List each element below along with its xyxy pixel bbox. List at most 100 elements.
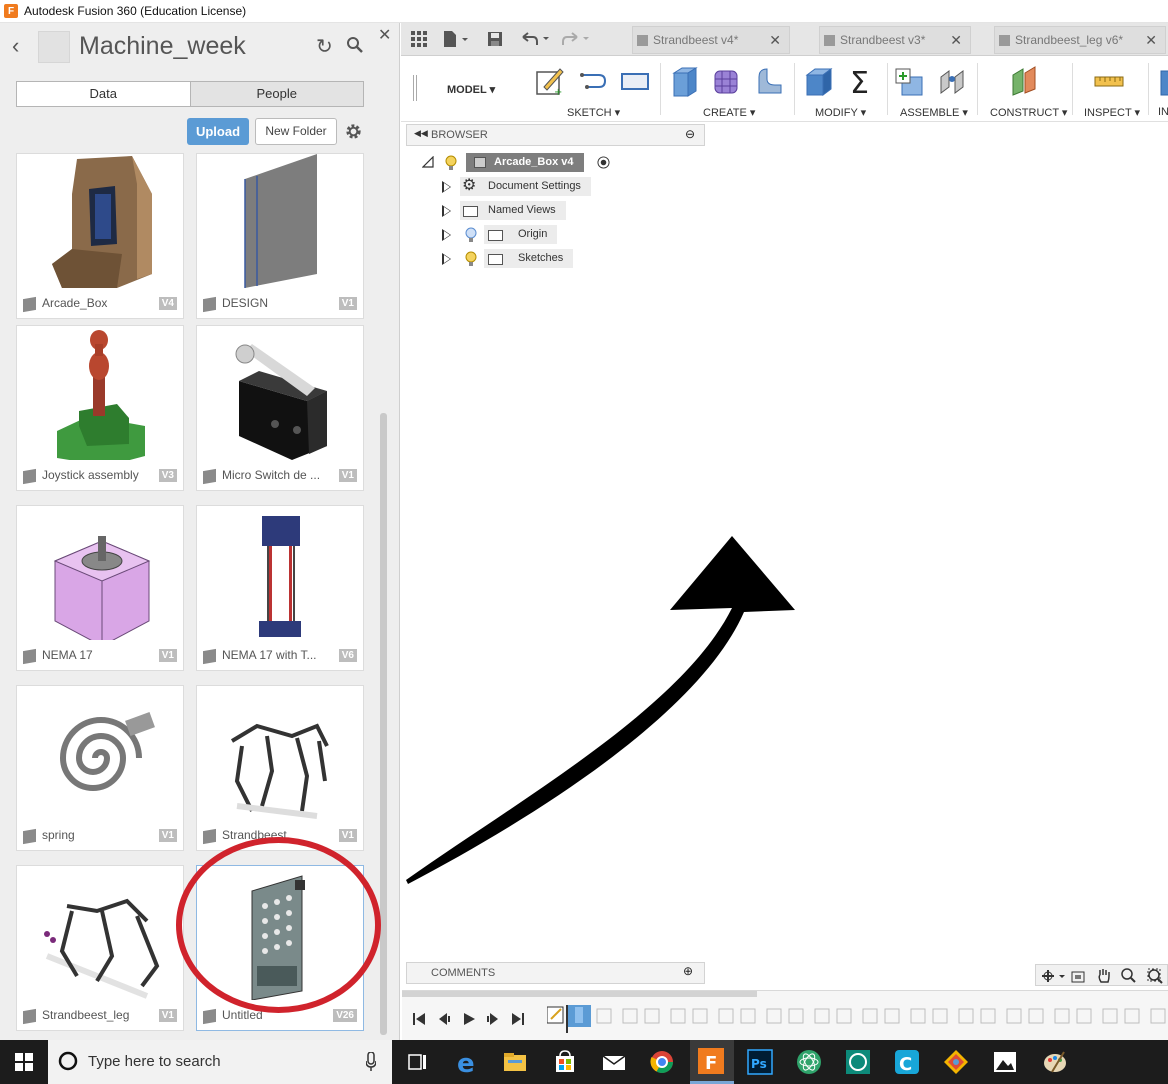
- mail-icon[interactable]: [597, 1046, 631, 1078]
- file-card-joystick[interactable]: Joystick assembly V3: [16, 325, 184, 491]
- add-comment-icon[interactable]: ⊕: [683, 964, 693, 978]
- atom-icon[interactable]: [792, 1046, 826, 1078]
- pan-hand-icon[interactable]: [1096, 967, 1112, 984]
- file-card-strandbeest[interactable]: Strandbeest V1: [196, 685, 364, 851]
- create-menu-label: CREATE: [703, 107, 747, 119]
- toolbar-separator: [887, 63, 888, 115]
- file-card-arcade-box[interactable]: Arcade_Box V4: [16, 153, 184, 319]
- svg-text:+: +: [554, 87, 562, 97]
- timeline-scrollbar[interactable]: [402, 991, 757, 997]
- photos-icon[interactable]: [988, 1046, 1022, 1078]
- file-grid-scrollbar[interactable]: [380, 413, 387, 1035]
- rectangle-tool-icon[interactable]: [619, 65, 651, 97]
- zoom-icon[interactable]: [1120, 967, 1140, 985]
- edge-browser-icon[interactable]: e: [450, 1046, 484, 1078]
- back-arrow-icon[interactable]: ‹: [12, 35, 19, 57]
- paint-icon[interactable]: [1038, 1046, 1072, 1078]
- app-grid-icon[interactable]: [411, 31, 427, 47]
- look-at-icon[interactable]: [1070, 968, 1086, 984]
- whatsapp-icon[interactable]: [841, 1046, 875, 1078]
- new-folder-button[interactable]: New Folder: [255, 118, 337, 145]
- line-tool-icon[interactable]: [577, 65, 609, 97]
- new-component-icon[interactable]: [894, 65, 926, 97]
- measure-icon[interactable]: [1093, 65, 1125, 97]
- sketch-menu-label: SKETCH: [567, 107, 612, 119]
- sketch-menu[interactable]: SKETCH ▾: [567, 106, 620, 119]
- modify-menu[interactable]: MODIFY ▾: [815, 106, 866, 119]
- task-view-icon[interactable]: [400, 1046, 434, 1078]
- close-panel-icon[interactable]: ✕: [378, 25, 391, 45]
- tab-data[interactable]: Data: [17, 82, 190, 106]
- doc-tab-strandbeest-leg-v6[interactable]: Strandbeest_leg v6* ✕: [994, 26, 1166, 54]
- c-app-icon[interactable]: C: [890, 1046, 924, 1078]
- insert-menu[interactable]: IN: [1158, 106, 1168, 118]
- offset-plane-icon[interactable]: [1009, 65, 1041, 97]
- press-pull-icon[interactable]: [803, 65, 835, 97]
- close-tab-icon[interactable]: ✕: [1145, 27, 1157, 53]
- form-icon[interactable]: [711, 65, 743, 97]
- joint-icon[interactable]: [937, 65, 969, 97]
- close-tab-icon[interactable]: ✕: [769, 27, 781, 53]
- design-canvas[interactable]: [402, 148, 1168, 960]
- design-cube-icon: [23, 468, 36, 485]
- windows-taskbar: Type here to search e F Ps C: [0, 1040, 1168, 1084]
- file-card-strandbeest-leg[interactable]: Strandbeest_leg V1: [16, 865, 184, 1031]
- upload-button[interactable]: Upload: [187, 118, 249, 145]
- file-card-micro-switch[interactable]: Micro Switch de ... V1: [196, 325, 364, 491]
- chrome-icon[interactable]: [645, 1046, 679, 1078]
- file-card-nema-17-with-t[interactable]: NEMA 17 with T... V6: [196, 505, 364, 671]
- store-icon[interactable]: [548, 1046, 582, 1078]
- file-card-spring[interactable]: spring V1: [16, 685, 184, 851]
- microphone-icon[interactable]: [366, 1052, 376, 1072]
- search-icon[interactable]: [346, 36, 364, 54]
- design-cube-icon: [203, 828, 216, 845]
- taskbar-search-box[interactable]: Type here to search: [48, 1040, 392, 1084]
- step-back-icon[interactable]: [437, 1011, 451, 1027]
- go-to-start-icon[interactable]: [412, 1011, 426, 1027]
- taskbar-active-app[interactable]: F: [690, 1040, 734, 1084]
- assemble-menu[interactable]: ASSEMBLE ▾: [900, 106, 968, 119]
- extrude-icon[interactable]: [668, 65, 700, 97]
- windows-start-icon[interactable]: [15, 1053, 33, 1071]
- undo-icon[interactable]: [519, 31, 551, 47]
- design-cube-icon: [203, 296, 216, 313]
- file-menu-icon[interactable]: [443, 31, 469, 47]
- workspace-switcher[interactable]: MODEL ▾: [447, 83, 495, 96]
- close-tab-icon[interactable]: ✕: [950, 27, 962, 53]
- go-to-end-icon[interactable]: [511, 1011, 525, 1027]
- file-explorer-icon[interactable]: [498, 1046, 532, 1078]
- play-icon[interactable]: [462, 1011, 476, 1027]
- gear-icon[interactable]: [344, 122, 363, 141]
- project-title: Machine_week: [79, 32, 246, 60]
- construct-menu[interactable]: CONSTRUCT ▾: [990, 106, 1067, 119]
- redo-icon[interactable]: [561, 31, 593, 47]
- step-forward-icon[interactable]: [486, 1011, 500, 1027]
- hole-icon[interactable]: [753, 65, 785, 97]
- refresh-icon[interactable]: ↻: [316, 37, 333, 57]
- tab-people[interactable]: People: [189, 82, 363, 106]
- inspect-menu[interactable]: INSPECT ▾: [1084, 106, 1140, 119]
- browser-minimize-icon[interactable]: ⊖: [685, 127, 695, 141]
- create-menu[interactable]: CREATE ▾: [703, 106, 755, 119]
- save-icon[interactable]: [487, 31, 503, 47]
- create-sketch-icon[interactable]: +: [534, 65, 566, 97]
- joystick-thumbnail: [57, 330, 145, 460]
- photoshop-icon[interactable]: Ps: [743, 1046, 777, 1078]
- file-card-nema-17[interactable]: NEMA 17 V1: [16, 505, 184, 671]
- workspace-label: MODEL: [447, 84, 487, 96]
- data-panel-header: ‹ Machine_week ↻ ✕: [0, 23, 400, 73]
- timeline-features[interactable]: [547, 1005, 1167, 1033]
- file-name: NEMA 17 with T...: [222, 648, 317, 662]
- collapse-browser-icon[interactable]: ◀◀: [414, 128, 428, 139]
- toolbar-separator: [1148, 63, 1149, 115]
- orbit-icon[interactable]: [1040, 968, 1066, 984]
- parameters-icon[interactable]: Σ: [847, 65, 879, 97]
- fit-icon[interactable]: [1146, 967, 1166, 985]
- git-icon[interactable]: [939, 1046, 973, 1078]
- insert-icon[interactable]: [1157, 65, 1168, 97]
- toolbar-grip[interactable]: [413, 75, 417, 101]
- doc-tab-strandbeest-v3[interactable]: Strandbeest v3* ✕: [819, 26, 971, 54]
- file-card-design[interactable]: DESIGN V1: [196, 153, 364, 319]
- doc-tab-strandbeest-v4[interactable]: Strandbeest v4* ✕: [632, 26, 790, 54]
- version-badge: V3: [158, 469, 177, 482]
